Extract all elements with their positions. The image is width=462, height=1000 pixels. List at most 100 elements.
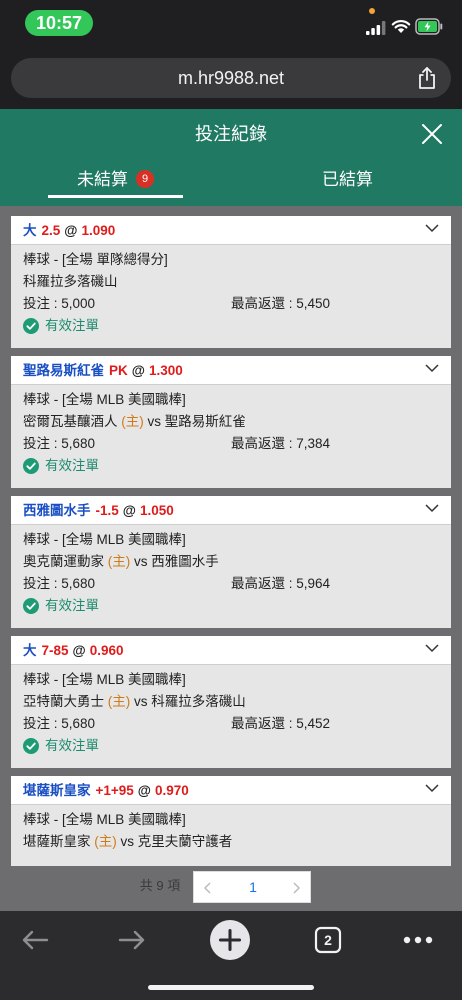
chevron-right-icon[interactable]	[290, 881, 302, 895]
bet-line: -1.5	[95, 503, 119, 518]
away-team: 聖路易斯紅雀	[164, 414, 246, 429]
new-tab-button[interactable]	[210, 919, 250, 961]
away-team: 科羅拉多落磯山	[151, 694, 246, 709]
check-circle-icon	[23, 738, 39, 754]
bet-status-label: 有效注單	[45, 318, 99, 333]
bet-card[interactable]: 堪薩斯皇家 +1+95 @0.970 棒球 - [全場 MLB 美國職棒] 堪薩斯皇…	[11, 776, 451, 866]
status-bar: 10:57	[0, 0, 462, 50]
chevron-down-icon[interactable]	[425, 504, 439, 513]
bet-status-label: 有效注單	[45, 598, 99, 613]
bet-card-header[interactable]: 大 2.5 @1.090	[11, 216, 451, 245]
bet-card-header[interactable]: 大 7-85 @0.960	[11, 636, 451, 665]
more-dots-icon	[403, 936, 433, 944]
bet-stake: 投注 : 5,680	[23, 716, 96, 731]
tab-settled[interactable]: 已結算	[280, 159, 415, 206]
arrow-left-icon	[22, 930, 49, 950]
address-bar[interactable]: m.hr9988.net	[11, 58, 451, 98]
bet-stake: 投注 : 5,680	[23, 576, 96, 591]
check-circle-icon	[23, 598, 39, 614]
bet-card[interactable]: 大 2.5 @1.090 棒球 - [全場 單隊總得分] 科羅拉多落磯山 投注 : …	[11, 216, 451, 348]
tab-unsettled-label: 未結算	[77, 170, 128, 189]
bet-market: 棒球 - [全場 MLB 美國職棒]	[23, 532, 186, 547]
tab-count: 2	[324, 932, 332, 948]
bet-odds: 0.960	[89, 643, 124, 658]
page-header: 投注紀錄	[0, 109, 462, 159]
bet-at: @	[72, 643, 86, 658]
chevron-down-icon[interactable]	[425, 784, 439, 793]
chevron-down-icon[interactable]	[425, 364, 439, 373]
home-tag: (主)	[121, 414, 144, 429]
total-count: 共 9 項	[139, 878, 181, 893]
bet-teams: 密爾瓦基釀酒人 (主) vs 聖路易斯紅雀	[23, 411, 439, 433]
bet-teams: 奧克蘭運動家 (主) vs 西雅圖水手	[23, 551, 439, 573]
bet-market: 棒球 - [全場 MLB 美國職棒]	[23, 392, 186, 407]
page-selector: 1	[193, 871, 311, 903]
bet-teams: 堪薩斯皇家 (主) vs 克里夫蘭守護者	[23, 831, 439, 853]
back-button[interactable]	[15, 925, 55, 955]
plus-circle-icon	[210, 920, 250, 960]
bet-card[interactable]: 聖路易斯紅雀 PK @1.300 棒球 - [全場 MLB 美國職棒] 密爾瓦基釀酒…	[11, 356, 451, 488]
unsettled-count-badge: 9	[136, 169, 154, 188]
home-team: 奧克蘭運動家	[23, 554, 104, 569]
bet-card[interactable]: 西雅圖水手 -1.5 @1.050 棒球 - [全場 MLB 美國職棒] 奧克蘭運動…	[11, 496, 451, 628]
cellular-signal-icon	[366, 21, 386, 35]
bet-card-header[interactable]: 西雅圖水手 -1.5 @1.050	[11, 496, 451, 525]
bet-list[interactable]: 大 2.5 @1.090 棒球 - [全場 單隊總得分] 科羅拉多落磯山 投注 : …	[0, 206, 462, 911]
bet-status: 有效注單	[23, 315, 439, 337]
home-indicator	[148, 985, 314, 990]
bet-odds: 1.090	[81, 223, 116, 238]
bet-max-return: 最高返還 : 5,450	[231, 296, 331, 311]
bet-odds: 1.300	[148, 363, 183, 378]
bet-line: 7-85	[41, 643, 69, 658]
away-team: 西雅圖水手	[151, 554, 219, 569]
chevron-down-icon[interactable]	[425, 224, 439, 233]
status-time: 10:57	[25, 10, 93, 36]
more-button[interactable]	[398, 925, 438, 955]
pagination: 共 9 項 1	[0, 871, 462, 907]
bet-card-header[interactable]: 堪薩斯皇家 +1+95 @0.970	[11, 776, 451, 805]
bet-status-label: 有效注單	[45, 738, 99, 753]
tab-bar: 未結算 9 已結算	[0, 159, 462, 206]
bet-stake: 投注 : 5,000	[23, 296, 96, 311]
bet-at: @	[131, 363, 145, 378]
url-text[interactable]: m.hr9988.net	[11, 58, 451, 98]
current-page[interactable]: 1	[239, 872, 267, 902]
bet-pick: 西雅圖水手	[23, 503, 91, 518]
bet-at: @	[122, 503, 136, 518]
bet-line: 2.5	[41, 223, 61, 238]
home-team: 亞特蘭大勇士	[23, 694, 104, 709]
arrow-right-icon	[118, 930, 145, 950]
wifi-icon	[391, 20, 411, 33]
chevron-down-icon[interactable]	[425, 644, 439, 653]
bet-card[interactable]: 大 7-85 @0.960 棒球 - [全場 MLB 美國職棒] 亞特蘭大勇士 (主…	[11, 636, 451, 768]
bet-market: 棒球 - [全場 MLB 美國職棒]	[23, 812, 186, 827]
bet-teams: 亞特蘭大勇士 (主) vs 科羅拉多落磯山	[23, 691, 439, 713]
share-icon[interactable]	[417, 67, 437, 89]
forward-button[interactable]	[112, 925, 152, 955]
close-icon[interactable]	[420, 122, 444, 146]
home-tag: (主)	[107, 554, 131, 569]
camera-indicator-icon	[369, 8, 375, 14]
battery-charging-icon	[415, 18, 443, 35]
bet-max-return: 最高返還 : 7,384	[231, 436, 331, 451]
vs-label: vs	[134, 554, 148, 569]
vs-label: vs	[120, 834, 135, 849]
away-team: 克里夫蘭守護者	[137, 834, 233, 849]
home-team: 密爾瓦基釀酒人	[23, 414, 118, 429]
bet-stake: 投注 : 5,680	[23, 436, 96, 451]
tabs-button[interactable]: 2	[308, 925, 348, 955]
bet-odds: 1.050	[139, 503, 174, 518]
bet-status: 有效注單	[23, 455, 439, 477]
bet-pick: 大	[23, 643, 37, 658]
check-circle-icon	[23, 458, 39, 474]
bet-card-header[interactable]: 聖路易斯紅雀 PK @1.300	[11, 356, 451, 385]
home-tag: (主)	[107, 694, 131, 709]
bet-at: @	[137, 783, 151, 798]
chevron-left-icon[interactable]	[202, 881, 214, 895]
bet-status: 有效注單	[23, 595, 439, 617]
home-tag: (主)	[94, 834, 117, 849]
bet-pick: 聖路易斯紅雀	[23, 363, 104, 378]
bet-status: 有效注單	[23, 735, 439, 757]
tab-unsettled[interactable]: 未結算 9	[48, 159, 183, 206]
bet-market: 棒球 - [全場 單隊總得分]	[23, 252, 168, 267]
